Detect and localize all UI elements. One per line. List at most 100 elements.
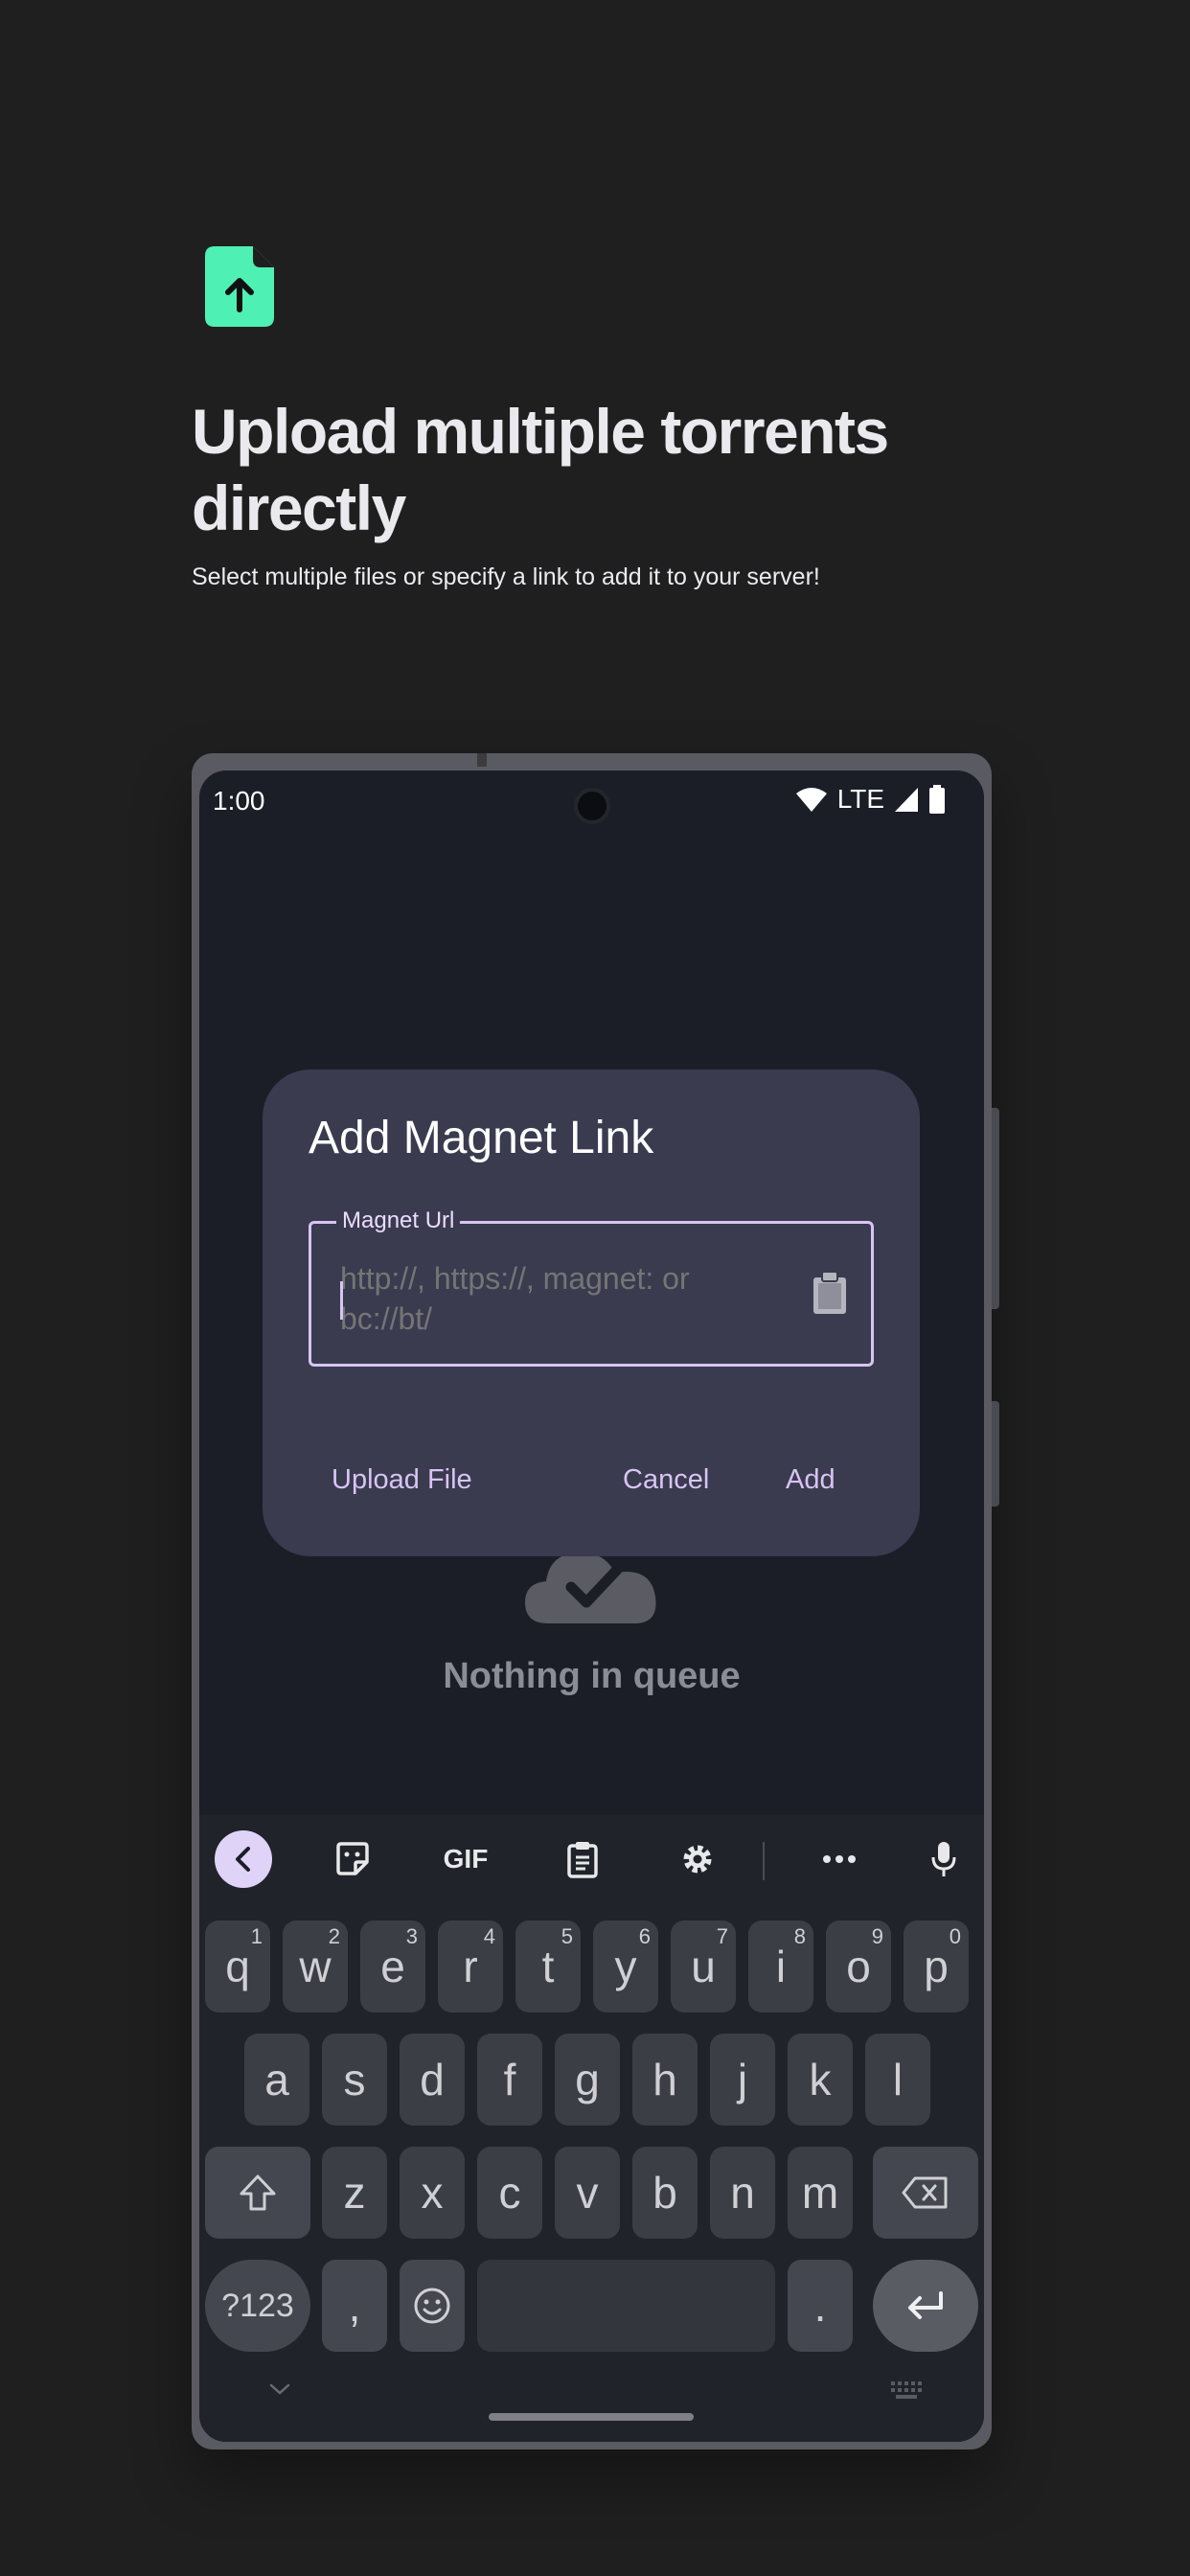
key-v[interactable]: v — [555, 2147, 620, 2239]
clipboard-icon[interactable] — [812, 1272, 848, 1316]
key-y[interactable]: y6 — [593, 1920, 658, 2012]
home-indicator[interactable] — [489, 2413, 694, 2421]
enter-key[interactable] — [873, 2260, 978, 2352]
magnet-url-input[interactable] — [340, 1258, 771, 1339]
period-key[interactable]: . — [788, 2260, 853, 2352]
toolbar-divider — [763, 1842, 765, 1880]
key-s[interactable]: s — [322, 2034, 387, 2126]
sticker-button[interactable] — [326, 1832, 379, 1886]
comma-key[interactable]: , — [322, 2260, 387, 2352]
key-hint: 5 — [561, 1924, 573, 1948]
magnet-url-field[interactable]: Magnet Url — [309, 1208, 874, 1367]
wifi-icon — [795, 788, 827, 812]
phone-frame: 1:00 LTE Nothing in queue Add Magnet Lin… — [192, 753, 999, 2450]
space-key[interactable] — [477, 2260, 775, 2352]
key-f[interactable]: f — [477, 2034, 542, 2126]
front-camera — [574, 788, 610, 824]
add-button[interactable]: Add — [786, 1464, 835, 1496]
more-button[interactable] — [812, 1832, 866, 1886]
key-e[interactable]: e3 — [360, 1920, 425, 2012]
add-magnet-dialog: Add Magnet Link Magnet Url Upload File C… — [263, 1070, 920, 1556]
emoji-icon — [414, 2288, 450, 2324]
key-m[interactable]: m — [788, 2147, 853, 2239]
key-n[interactable]: n — [710, 2147, 775, 2239]
key-hint: 7 — [716, 1924, 728, 1948]
key-d[interactable]: d — [400, 2034, 465, 2126]
key-label: o — [846, 1942, 871, 1991]
more-icon — [823, 1855, 856, 1863]
key-p[interactable]: p0 — [904, 1920, 969, 2012]
backspace-key[interactable] — [873, 2147, 978, 2239]
symbols-key[interactable]: ?123 — [205, 2260, 310, 2352]
phone-screen: 1:00 LTE Nothing in queue Add Magnet Lin… — [199, 770, 984, 2442]
key-hint: 3 — [405, 1924, 418, 1948]
shift-key[interactable] — [205, 2147, 310, 2239]
upload-file-button[interactable]: Upload File — [332, 1464, 472, 1496]
key-j[interactable]: j — [710, 2034, 775, 2126]
cloud-check-icon — [525, 1552, 656, 1623]
status-icons: LTE — [795, 784, 946, 815]
power-button — [992, 1401, 999, 1506]
emoji-key[interactable] — [400, 2260, 465, 2352]
soft-keyboard: GIF q 1 w 2 e 3 r 4 t 5 y 6 u 7 i 8 o 9 … — [199, 1815, 984, 2442]
sticker-icon — [336, 1842, 369, 1875]
key-a[interactable]: a — [244, 2034, 309, 2126]
key-hint: 9 — [871, 1924, 883, 1948]
key-o[interactable]: o9 — [826, 1920, 891, 2012]
key-z[interactable]: z — [322, 2147, 387, 2239]
key-t[interactable]: t5 — [515, 1920, 581, 2012]
key-r[interactable]: r4 — [438, 1920, 503, 2012]
key-g[interactable]: g — [555, 2034, 620, 2126]
key-label: t — [541, 1942, 555, 1991]
status-time: 1:00 — [213, 786, 265, 816]
promo-subtitle: Select multiple files or specify a link … — [192, 564, 820, 590]
status-bar: 1:00 LTE — [199, 770, 984, 830]
key-u[interactable]: u7 — [671, 1920, 736, 2012]
file-upload-icon — [205, 246, 274, 327]
key-b[interactable]: b — [632, 2147, 698, 2239]
key-hint: 4 — [483, 1924, 495, 1948]
gear-icon — [683, 1845, 712, 1874]
dialog-title: Add Magnet Link — [309, 1113, 654, 1163]
key-hint: 6 — [638, 1924, 651, 1948]
shift-icon — [240, 2174, 276, 2211]
gif-button[interactable]: GIF — [437, 1832, 494, 1886]
phone-notch — [477, 753, 487, 767]
key-i[interactable]: i8 — [748, 1920, 813, 2012]
mic-icon — [931, 1842, 956, 1876]
key-w[interactable]: w2 — [283, 1920, 348, 2012]
key-x[interactable]: x — [400, 2147, 465, 2239]
chevron-left-icon — [236, 1847, 250, 1872]
settings-button[interactable] — [671, 1832, 724, 1886]
key-label: r — [463, 1942, 478, 1991]
key-l[interactable]: l — [865, 2034, 930, 2126]
key-h[interactable]: h — [632, 2034, 698, 2126]
keyboard-back-button[interactable] — [215, 1830, 272, 1888]
empty-queue-text: Nothing in queue — [443, 1656, 741, 1696]
magnet-url-label: Magnet Url — [336, 1208, 461, 1234]
signal-icon — [895, 788, 918, 812]
network-type: LTE — [836, 784, 884, 814]
key-q[interactable]: q1 — [205, 1920, 270, 2012]
text-caret — [340, 1281, 343, 1320]
key-label: q — [225, 1942, 250, 1991]
promo-title: Upload multiple torrents directly — [192, 396, 889, 543]
chevron-down-icon[interactable] — [268, 2382, 291, 2396]
voice-input-button[interactable] — [920, 1832, 968, 1886]
key-label: w — [299, 1942, 332, 1991]
keyboard-icon[interactable] — [890, 2380, 923, 2400]
clipboard-icon — [567, 1842, 598, 1878]
cancel-button[interactable]: Cancel — [623, 1464, 709, 1496]
key-hint: 1 — [250, 1924, 263, 1948]
clipboard-button[interactable] — [556, 1832, 609, 1886]
keyboard-toolbar: GIF — [199, 1815, 984, 1903]
key-hint: 8 — [793, 1924, 806, 1948]
enter-icon — [908, 2291, 943, 2319]
key-label: y — [614, 1942, 637, 1991]
key-k[interactable]: k — [788, 2034, 853, 2126]
battery-icon — [929, 785, 945, 814]
key-c[interactable]: c — [477, 2147, 542, 2239]
key-label: e — [380, 1942, 405, 1991]
key-label: u — [691, 1942, 716, 1991]
volume-button — [992, 1108, 999, 1309]
